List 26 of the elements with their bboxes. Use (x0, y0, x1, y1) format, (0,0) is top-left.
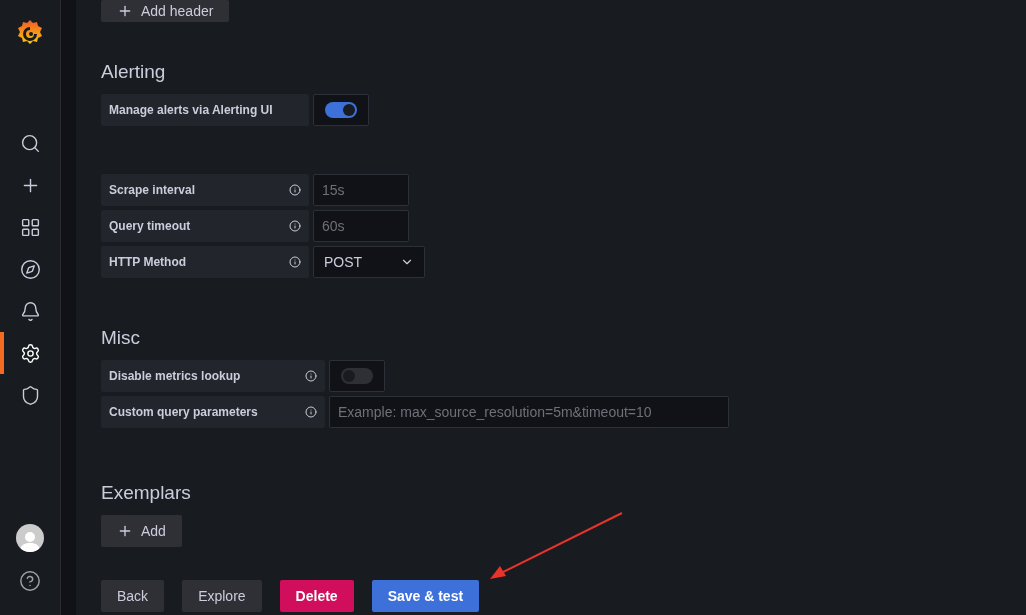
plus-icon (117, 523, 133, 539)
select-field[interactable]: POST (313, 246, 425, 278)
input-field[interactable]: 60s (313, 210, 409, 242)
section-title: Misc (101, 327, 142, 349)
label-text: HTTP Method (109, 255, 187, 269)
footer-button[interactable]: Save & test (371, 580, 480, 612)
section-title: Exemplars (101, 482, 192, 504)
label-text: Scrape interval (109, 183, 196, 197)
section-title: Alerting (101, 61, 167, 83)
label-text: Disable metrics lookup (109, 369, 241, 383)
add-header-button[interactable]: Add header (101, 0, 230, 22)
toggle-switch[interactable] (329, 360, 385, 392)
label-text: Manage alerts via Alerting UI (109, 103, 273, 117)
label-text: Custom query parameters (109, 405, 258, 419)
footer-button[interactable]: Back (101, 580, 165, 612)
toggle-switch[interactable] (313, 94, 369, 126)
avatar[interactable] (16, 524, 44, 552)
footer-button[interactable]: Delete (279, 580, 354, 612)
plus-icon (117, 3, 133, 19)
help-icon[interactable] (19, 570, 41, 592)
input-field[interactable]: 15s (313, 174, 409, 206)
input-field[interactable]: Example: max_source_resolution=5m&timeout=10 (329, 396, 729, 428)
add-button[interactable]: Add (101, 515, 182, 547)
footer-button[interactable]: Explore (182, 580, 262, 612)
select-value: POST (324, 254, 363, 270)
label-text: Query timeout (109, 219, 191, 233)
